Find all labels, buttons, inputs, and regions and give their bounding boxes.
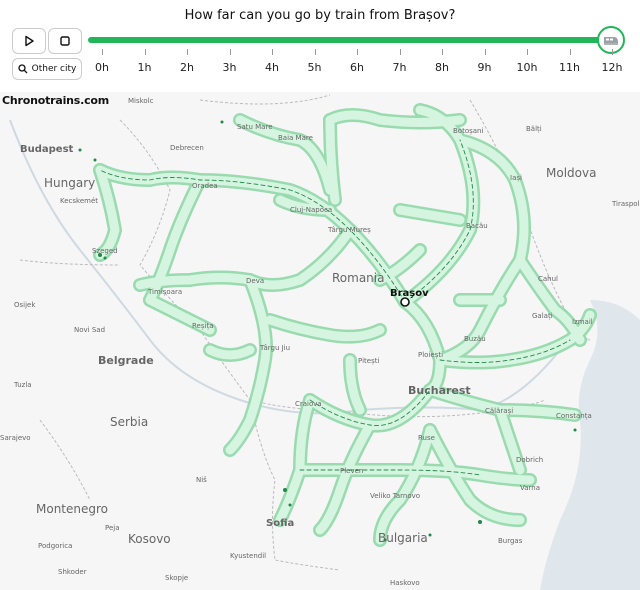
time-tick — [484, 49, 486, 55]
city-label: Călărași — [485, 407, 513, 415]
city-label: Budapest — [20, 144, 74, 155]
brand-logo: Chronotrains.com — [2, 94, 110, 107]
time-tick — [357, 49, 358, 55]
time-tick — [399, 49, 401, 55]
search-icon — [17, 64, 28, 74]
time-tick — [527, 49, 528, 55]
time-tick-label: 0h — [95, 61, 109, 74]
stop-icon — [60, 36, 70, 46]
city-label: Szeged — [92, 247, 118, 255]
city-label: Burgas — [498, 537, 523, 545]
city-label: Sarajevo — [0, 434, 31, 442]
time-tick-label: 3h — [222, 61, 237, 74]
city-label: Bucharest — [408, 384, 471, 397]
time-tick-label: 8h — [435, 61, 449, 74]
time-tick — [569, 49, 571, 55]
city-label: Miskolc — [128, 97, 154, 105]
play-button[interactable] — [12, 28, 46, 54]
time-tick — [612, 49, 613, 55]
city-label: Bălți — [526, 125, 542, 134]
country-label: Serbia — [110, 415, 148, 429]
city-label: Reșița — [192, 322, 213, 331]
city-label: Timișoara — [147, 288, 182, 296]
city-label: Galați — [532, 312, 553, 321]
city-label: Botoșani — [453, 127, 483, 135]
time-tick — [187, 49, 188, 55]
city-label: Constanța — [556, 412, 592, 421]
time-slider-handle[interactable] — [597, 26, 625, 54]
time-tick-label: 9h — [477, 61, 492, 74]
city-label: Tiraspol — [611, 200, 640, 208]
city-label: Haskovo — [390, 579, 420, 587]
city-label: Kyustendil — [230, 552, 266, 560]
page-title: How far can you go by train from Brașov? — [184, 8, 456, 23]
country-label: Bulgaria — [378, 531, 428, 545]
city-label: Târgu Jiu — [259, 344, 290, 352]
city-label: Deva — [246, 277, 264, 285]
other-city-label: Other city — [31, 64, 77, 74]
time-tick — [442, 49, 443, 55]
city-label: Oradea — [192, 182, 218, 190]
city-label: Satu Mare — [237, 123, 273, 131]
other-city-button[interactable]: Other city — [12, 58, 82, 80]
time-tick-label: 5h — [307, 61, 322, 74]
city-label: Belgrade — [98, 354, 154, 367]
origin-marker — [400, 297, 410, 307]
stop-button[interactable] — [48, 28, 82, 54]
country-label: Montenegro — [36, 502, 108, 516]
country-label: Hungary — [44, 176, 95, 190]
city-label: Târgu Mureș — [327, 226, 371, 234]
train-icon — [604, 37, 618, 45]
city-label: Skopje — [165, 574, 188, 582]
city-label: Podgorica — [38, 542, 72, 550]
time-tick-label: 10h — [516, 61, 538, 74]
city-label: Peja — [105, 524, 120, 532]
time-tick — [229, 49, 231, 55]
time-tick — [272, 49, 273, 55]
time-tick-label: 4h — [265, 61, 279, 74]
time-slider-track[interactable] — [88, 37, 613, 43]
header: How far can you go by train from Brașov?… — [0, 0, 640, 92]
city-label: Tuzla — [13, 381, 32, 389]
time-tick-label: 1h — [137, 61, 152, 74]
city-label: Veliko Tarnovo — [370, 492, 420, 500]
time-tick-label: 2h — [180, 61, 194, 74]
time-tick — [102, 49, 103, 55]
city-label: Novi Sad — [74, 326, 105, 334]
play-icon — [25, 35, 34, 47]
city-label: Pleven — [340, 467, 363, 475]
city-label: Bacău — [466, 222, 488, 230]
city-label: Kecskemét — [60, 197, 98, 205]
city-label: Pitești — [358, 357, 379, 365]
city-label: Shkoder — [58, 568, 87, 576]
country-label: Romania — [332, 271, 384, 285]
city-label: Craiova — [295, 400, 322, 408]
city-label: Varna — [520, 484, 540, 492]
city-label: Ploiești — [418, 351, 443, 359]
city-label: Dobrich — [516, 456, 543, 464]
time-tick-label: 11h — [559, 61, 580, 74]
city-label: Debrecen — [170, 144, 204, 152]
city-label: Sofia — [266, 518, 294, 529]
city-label: Cluj-Napoca — [290, 206, 332, 214]
city-label: Niš — [196, 476, 207, 484]
country-label: Kosovo — [128, 532, 171, 546]
city-label: Baia Mare — [278, 134, 313, 142]
city-label: Osijek — [14, 301, 36, 309]
country-label: Moldova — [546, 166, 596, 180]
city-label: Izmail — [572, 318, 593, 326]
time-tick-label: 12h — [601, 61, 623, 74]
time-tick-label: 7h — [392, 61, 407, 74]
map[interactable]: Hungary Romania Moldova Serbia Montenegr… — [0, 92, 640, 590]
origin-label: Brașov — [390, 288, 429, 299]
city-label: Iași — [510, 174, 522, 182]
city-label: Buzău — [464, 335, 486, 343]
time-tick-label: 6h — [350, 61, 364, 74]
city-label: Cahul — [538, 275, 558, 283]
time-tick — [314, 49, 316, 55]
city-label: Ruse — [418, 434, 435, 442]
time-tick — [144, 49, 146, 55]
